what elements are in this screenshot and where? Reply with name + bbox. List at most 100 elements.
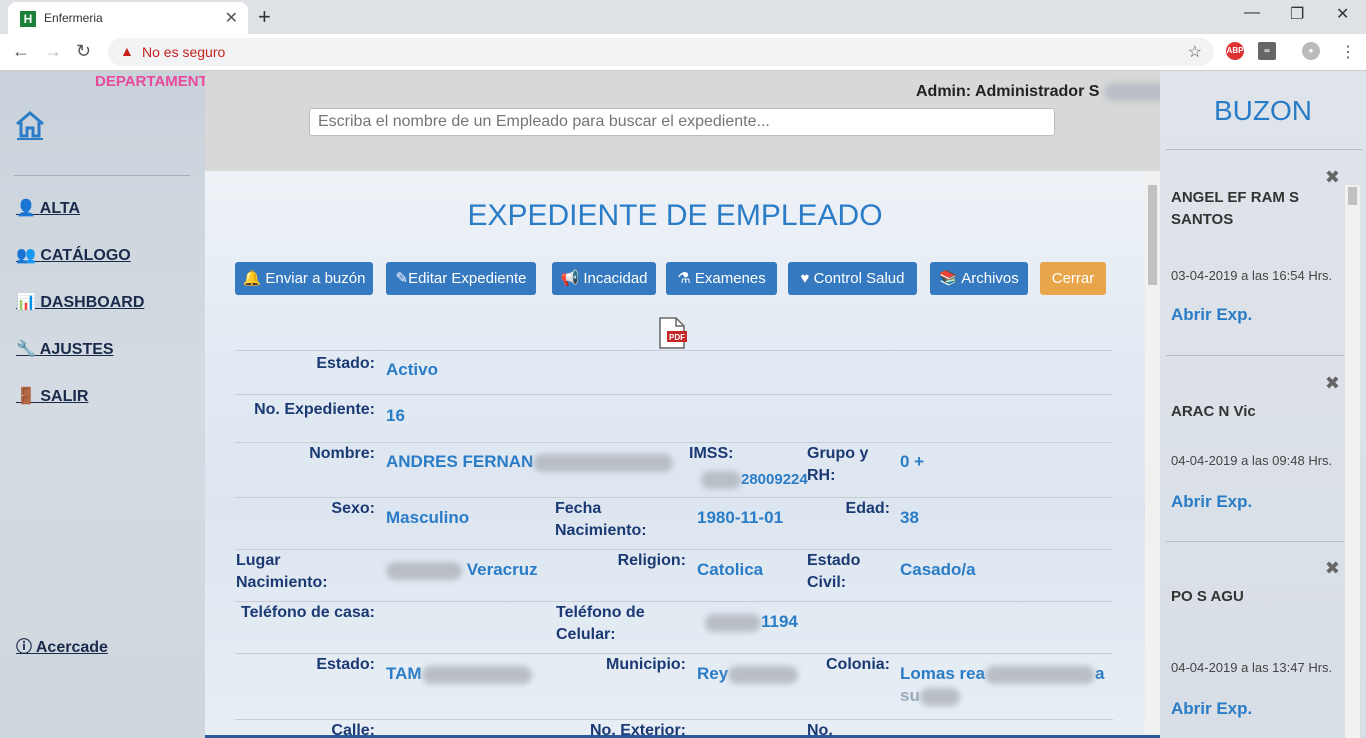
field-value: 1194 [705,611,798,633]
home-icon[interactable] [14,109,46,141]
inbox-card: ✖ ARAC N Vic 04-04-2019 a las 09:48 Hrs.… [1166,373,1344,542]
inbox-scrollbar[interactable] [1345,185,1360,738]
table-row: Lugar Nacimiento: Veracruz Religion: Cat… [235,549,1113,602]
health-control-button[interactable]: ♥ Control Salud [788,262,917,295]
panel-scrollbar[interactable] [1145,171,1160,738]
record-panel: EXPEDIENTE DE EMPLEADO 🔔 Enviar a buzón … [205,171,1145,738]
files-button[interactable]: 📚 Archivos [930,262,1028,295]
reload-icon[interactable]: ↻ [76,41,91,62]
forward-icon[interactable]: → [44,41,62,62]
table-row: No. Expediente: 16 [235,394,1113,443]
inbox-title: BUZON [1214,95,1312,126]
table-row: Sexo: Masculino Fecha Nacimiento: 1980-1… [235,497,1113,550]
sidebar-item-label: ALTA [39,200,81,217]
browser-toolbar: ← → ↻ ▲ No es seguro ☆ [0,34,1366,71]
field-label: IMSS: [689,445,734,462]
field-label: Estado: [316,355,375,372]
card-divider [1166,355,1344,356]
sidebar-item-label: Acercade [35,639,108,656]
field-value: ANDRES FERNAN [386,451,674,473]
inbox-divider [1166,149,1362,150]
field-label: Teléfono de Celular: [556,604,645,643]
sidebar-item-catalogo[interactable]: 👥 CATÁLOGO [16,245,131,265]
field-value: Masculino [386,508,470,527]
field-label: No. Expediente: [254,401,375,418]
extension-icon[interactable]: ∞ [1258,42,1276,60]
sidebar-item-ajustes[interactable]: 🔧 AJUSTES [16,339,114,359]
exams-button[interactable]: ⚗ Examenes [666,262,777,295]
inbox-card: ✖ ANGEL EF RAM S SANTOS 03-04-2019 a las… [1166,167,1344,356]
profile-icon[interactable]: ● [1302,42,1320,60]
info-icon: ⓘ [16,639,33,656]
field-value: Casado/a [900,560,976,579]
open-record-link[interactable]: Abrir Exp. [1171,492,1252,512]
sidebar-item-label: DASHBOARD [40,294,145,311]
field-label: Estado Civil: [807,552,861,591]
table-row: Teléfono de casa: Teléfono de Celular: 1… [235,601,1113,654]
tab-title: Enfermeria [44,11,103,25]
field-value: 1980-11-01 [697,508,784,527]
field-label: Fecha Nacimiento: [555,500,647,539]
window-close-icon[interactable]: ✕ [1336,4,1349,24]
edit-record-button[interactable]: ✎Editar Expediente [386,262,536,295]
field-label: Edad: [845,500,890,517]
favicon-icon: H [20,11,36,27]
field-value: 0 + [900,452,925,471]
sidebar-item-label: SALIR [40,388,89,405]
wrench-icon: 🔧 [16,341,36,358]
field-value: Catolica [697,560,764,579]
field-label: Lugar Nacimiento: [236,552,328,591]
field-value: Activo [386,360,438,379]
search-input[interactable] [309,108,1055,136]
chart-icon: 📊 [16,294,36,311]
minimize-icon[interactable]: — [1244,4,1260,22]
security-status: No es seguro [142,44,226,60]
sidebar-item-salir[interactable]: 🚪 SALIR [16,386,88,406]
inbox-card-name: ANGEL EF RAM S SANTOS [1171,189,1300,228]
field-label: Colonia: [826,656,890,673]
field-label: Estado: [316,656,375,673]
table-row: Nombre: ANDRES FERNAN IMSS: 28009224 Gru… [235,442,1113,498]
restore-icon[interactable]: ❐ [1290,4,1304,24]
inbox-card-date: 04-04-2019 a las 09:48 Hrs. [1171,453,1333,468]
user-icon: 👤 [16,200,36,217]
adblock-icon[interactable]: ABP [1226,42,1244,60]
pdf-icon[interactable]: PDF [657,317,687,349]
address-bar[interactable]: ▲ No es seguro ☆ [108,38,1214,66]
new-tab-icon[interactable]: + [258,4,271,30]
users-icon: 👥 [16,247,36,264]
send-to-inbox-button[interactable]: 🔔 Enviar a buzón [235,262,373,295]
back-icon[interactable]: ← [12,41,30,62]
sidebar-item-alta[interactable]: 👤 ALTA [16,198,80,218]
field-label: Grupo y RH: [807,445,869,484]
bookmark-star-icon[interactable]: ☆ [1188,42,1202,62]
inbox-card: ✖ PO S AGU 04-04-2019 a las 13:47 Hrs. A… [1166,558,1344,728]
sidebar-item-dashboard[interactable]: 📊 DASHBOARD [16,292,144,312]
page-title: EXPEDIENTE DE EMPLEADO [467,199,883,232]
field-value: Veracruz [386,559,538,581]
inbox-card-name: ARAC N Vic [1171,403,1256,420]
incapacity-button[interactable]: 📢 Incacidad [552,262,656,295]
close-icon[interactable]: ✖ [1325,373,1340,394]
sidebar-divider [14,175,190,176]
open-record-link[interactable]: Abrir Exp. [1171,699,1252,719]
field-label: Municipio: [606,656,686,673]
field-label: Sexo: [331,500,375,517]
sidebar-item-label: AJUSTES [39,341,114,358]
field-label: Religion: [617,552,686,569]
sidebar-item-about[interactable]: ⓘ Acercade [16,633,108,657]
close-icon[interactable]: ✖ [1325,167,1340,188]
field-value: su [900,685,960,707]
inbox-panel: BUZON ✖ ANGEL EF RAM S SANTOS 03-04-2019… [1160,71,1366,738]
open-record-link[interactable]: Abrir Exp. [1171,305,1252,325]
table-row: Estado: TAM Municipio: Rey Colonia: Loma… [235,653,1113,720]
browser-tab[interactable]: H Enfermeria ✕ [8,2,248,34]
tab-close-icon[interactable]: ✕ [225,8,238,28]
sidebar: DEPARTAMENTO DE ENFERMERIA 👤 ALTA 👥 CATÁ… [0,71,348,738]
menu-dots-icon[interactable]: ⋮ [1340,42,1356,62]
sidebar-item-label: CATÁLOGO [40,247,131,264]
inbox-card-date: 03-04-2019 a las 16:54 Hrs. [1171,268,1333,283]
browser-tabbar: H Enfermeria ✕ + — ❐ ✕ [0,0,1366,34]
close-icon[interactable]: ✖ [1325,558,1340,579]
close-button[interactable]: Cerrar [1040,262,1106,295]
